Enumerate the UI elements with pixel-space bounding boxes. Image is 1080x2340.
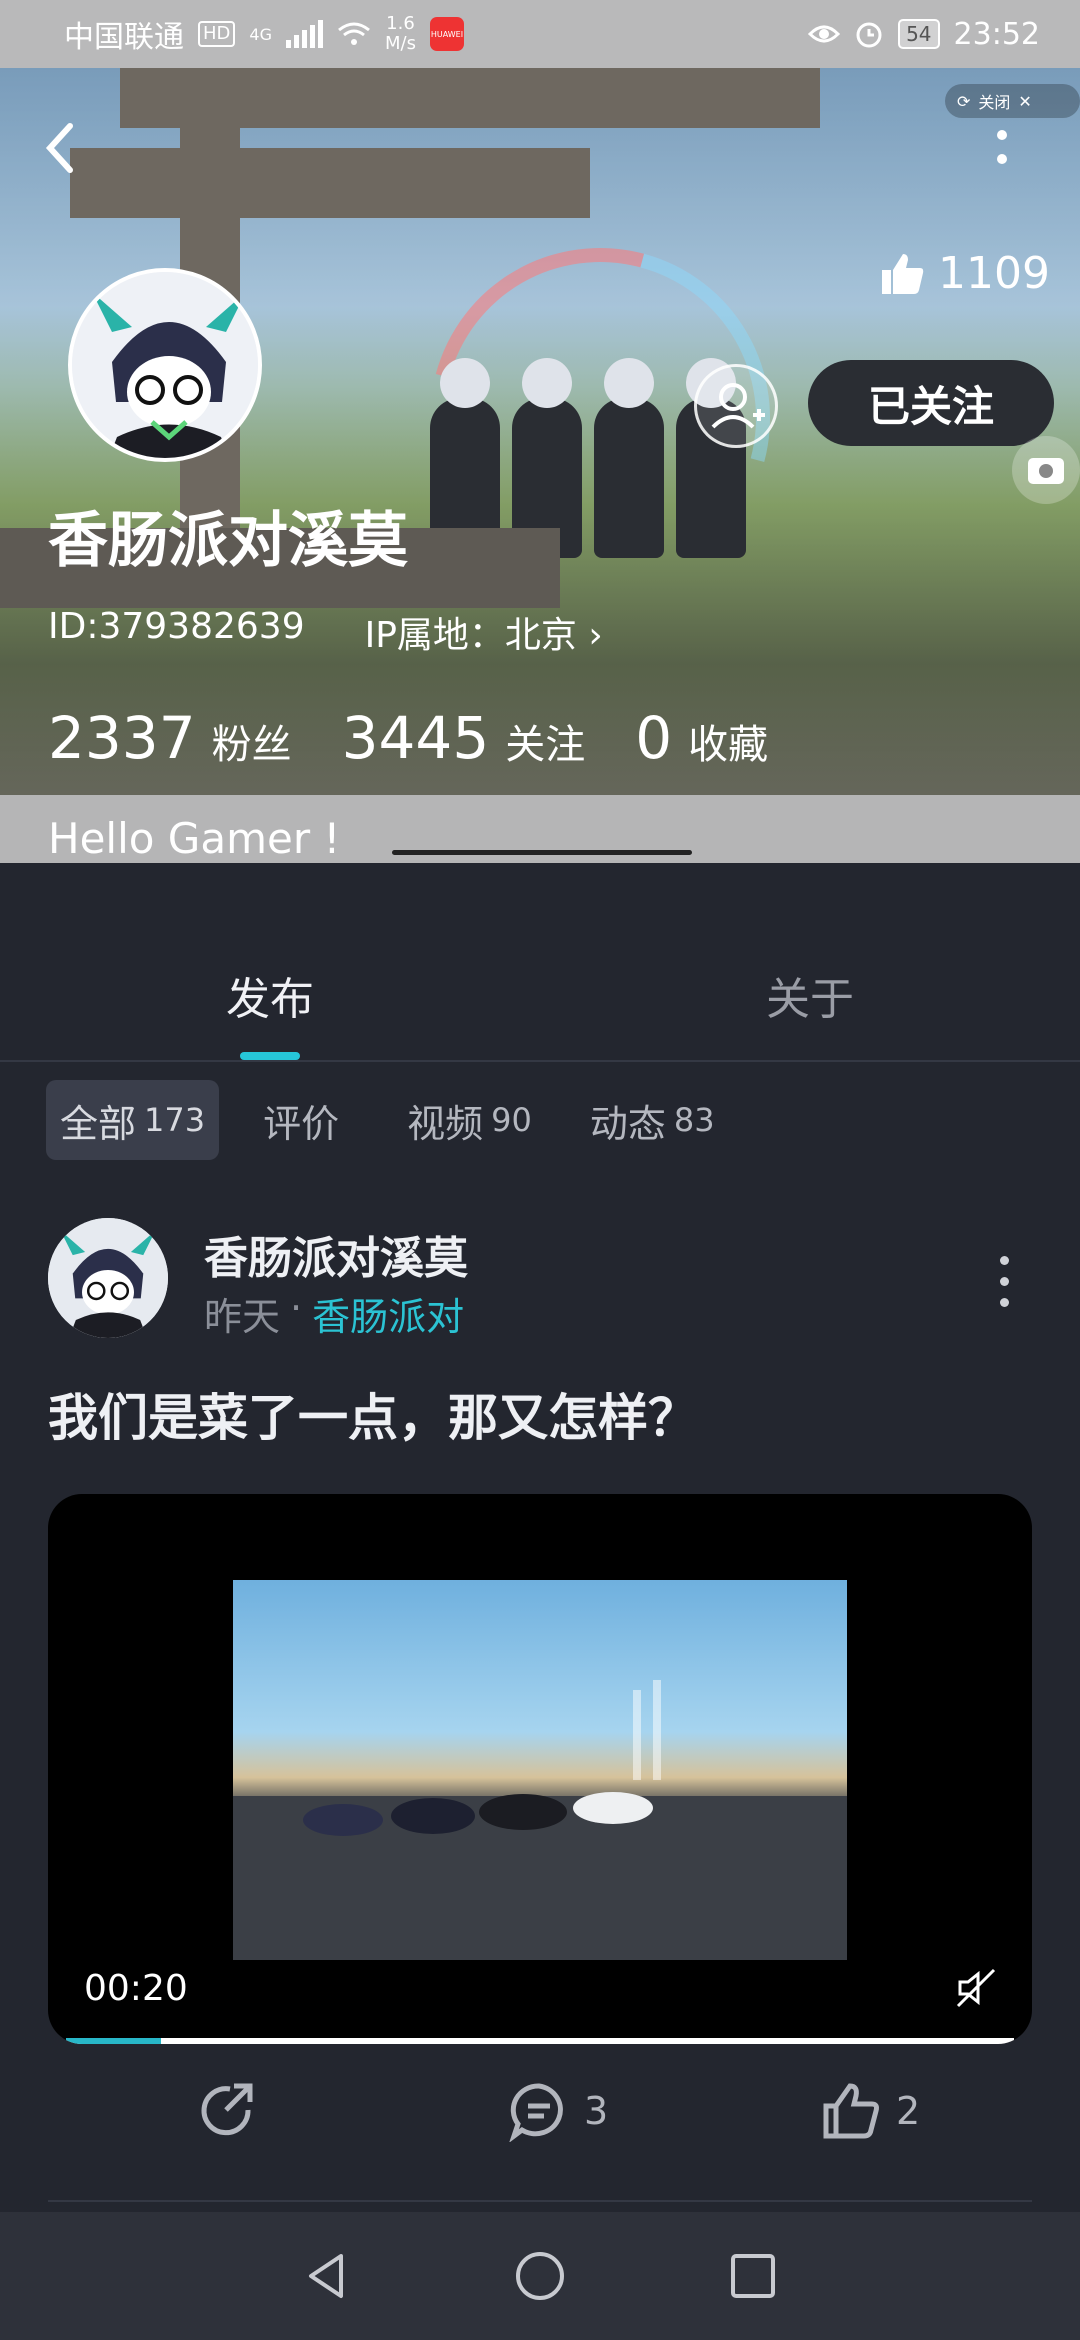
post-author-name[interactable]: 香肠派对溪莫 xyxy=(204,1222,468,1286)
alarm-icon xyxy=(856,22,882,48)
filter-videos-count: 90 xyxy=(491,1101,532,1139)
post-game-link[interactable]: 香肠派对 xyxy=(312,1286,464,1341)
like-count-post: 2 xyxy=(896,2089,921,2133)
camera-button[interactable] xyxy=(1012,436,1080,504)
status-bar: 中国联通 HD 4G 1.6 M/s HUAWEI 54 23:52 xyxy=(0,0,1080,68)
clock: 23:52 xyxy=(953,16,1040,52)
filter-videos[interactable]: 视频 90 xyxy=(393,1080,546,1160)
post-filters: 全部 173 评价 视频 90 动态 83 xyxy=(46,1080,729,1160)
banner-scenery xyxy=(70,148,590,218)
mute-button[interactable] xyxy=(954,1966,998,2014)
comment-icon xyxy=(509,2083,563,2142)
post-title[interactable]: 我们是菜了一点，那又怎样？ xyxy=(48,1378,698,1450)
system-nav-bar xyxy=(0,2212,1080,2340)
post-more-button[interactable] xyxy=(1000,1256,1009,1307)
favorites-count[interactable]: 0 xyxy=(635,704,672,772)
filter-reviews-label: 评价 xyxy=(263,1101,340,1146)
eye-icon xyxy=(808,25,841,43)
share-button[interactable] xyxy=(196,2080,258,2142)
comment-count: 3 xyxy=(584,2089,609,2133)
carrier-label: 中国联通 xyxy=(64,20,184,55)
wifi-icon xyxy=(338,22,370,45)
muted-speaker-icon xyxy=(956,1968,996,2008)
recents-nav-icon[interactable] xyxy=(727,2250,779,2302)
tab-posts[interactable]: 发布 xyxy=(0,930,540,1060)
filter-videos-label: 视频 xyxy=(407,1101,484,1146)
profile-avatar[interactable] xyxy=(68,268,262,462)
follow-button[interactable]: 已关注 xyxy=(808,360,1054,446)
chevron-left-icon xyxy=(45,123,73,173)
filter-moments-count: 83 xyxy=(673,1101,715,1139)
filter-moments-label: 动态 xyxy=(589,1101,666,1146)
share-icon xyxy=(201,2083,253,2136)
post-time: 昨天 xyxy=(204,1295,281,1339)
banner-scenery xyxy=(120,68,820,128)
close-label: 关闭 xyxy=(978,93,1011,112)
post-meta: 昨天 · 香肠派对 xyxy=(204,1286,464,1341)
post-divider xyxy=(48,2200,1032,2202)
add-friend-button[interactable] xyxy=(694,364,778,448)
home-nav-icon[interactable] xyxy=(514,2250,566,2302)
following-label[interactable]: 关注 xyxy=(505,712,585,770)
profile-id-row: ID:379382639 IP属地：北京 › xyxy=(48,606,603,658)
filter-all-label: 全部 xyxy=(60,1101,137,1146)
battery-indicator: 54 xyxy=(898,19,940,49)
post-actions: 3 2 xyxy=(0,2080,1080,2170)
profile-tabs: 发布 关于 xyxy=(0,930,1080,1062)
like-button[interactable]: 2 xyxy=(820,2080,920,2142)
profile-bio: Hello Gamer ! xyxy=(48,814,341,863)
followers-label[interactable]: 粉丝 xyxy=(212,712,292,770)
huawei-app-icon: HUAWEI xyxy=(429,17,464,51)
profile-stats: 2337 粉丝 3445 关注 0 收藏 xyxy=(48,704,818,772)
video-scene xyxy=(233,1680,847,1960)
filter-moments[interactable]: 动态 83 xyxy=(576,1080,729,1160)
hd-badge: HD xyxy=(198,21,236,47)
video-progress-fill xyxy=(66,2038,161,2044)
comment-button[interactable]: 3 xyxy=(508,2080,608,2142)
thumbs-up-outline-icon xyxy=(823,2083,879,2139)
user-id: ID:379382639 xyxy=(48,606,305,647)
more-options-button[interactable] xyxy=(992,130,1012,190)
post-author-avatar[interactable] xyxy=(48,1218,168,1338)
followers-count[interactable]: 2337 xyxy=(48,704,196,772)
camera-icon xyxy=(1028,458,1064,484)
video-duration: 00:20 xyxy=(84,1968,188,2009)
profile-likes: 1109 xyxy=(878,248,1050,299)
ip-location-link[interactable]: IP属地：北京 › xyxy=(365,606,603,658)
video-thumbnail xyxy=(233,1580,847,1960)
post-meta-separator: · xyxy=(290,1286,303,1330)
back-button[interactable] xyxy=(40,120,90,180)
filter-all[interactable]: 全部 173 xyxy=(46,1080,220,1160)
add-user-icon xyxy=(711,383,765,429)
close-chip[interactable]: ⟳ 关闭 ✕ xyxy=(945,84,1080,118)
like-count: 1109 xyxy=(938,248,1050,299)
favorites-label[interactable]: 收藏 xyxy=(688,712,768,770)
refresh-icon: ⟳ xyxy=(957,91,971,111)
signal-icon xyxy=(285,20,323,48)
avatar-image xyxy=(72,272,258,458)
active-tab-indicator xyxy=(240,1052,300,1060)
tab-about[interactable]: 关于 xyxy=(540,930,1080,1060)
avatar-image xyxy=(48,1218,168,1338)
profile-username: 香肠派对溪莫 xyxy=(48,506,408,576)
chevron-right-icon: › xyxy=(588,615,603,656)
thumbs-up-icon xyxy=(882,253,924,294)
video-player[interactable]: 00:20 xyxy=(48,1494,1032,2044)
network-speed: 1.6 M/s xyxy=(384,13,416,54)
banner-scroll-indicator xyxy=(392,850,692,855)
network-label: 4G xyxy=(249,24,272,44)
close-icon: ✕ xyxy=(1018,91,1032,111)
filter-reviews[interactable]: 评价 xyxy=(249,1080,353,1160)
following-count[interactable]: 3445 xyxy=(342,704,490,772)
video-progress-bar[interactable] xyxy=(66,2038,1014,2044)
filter-all-count: 173 xyxy=(144,1101,206,1139)
back-nav-icon[interactable] xyxy=(301,2250,353,2302)
